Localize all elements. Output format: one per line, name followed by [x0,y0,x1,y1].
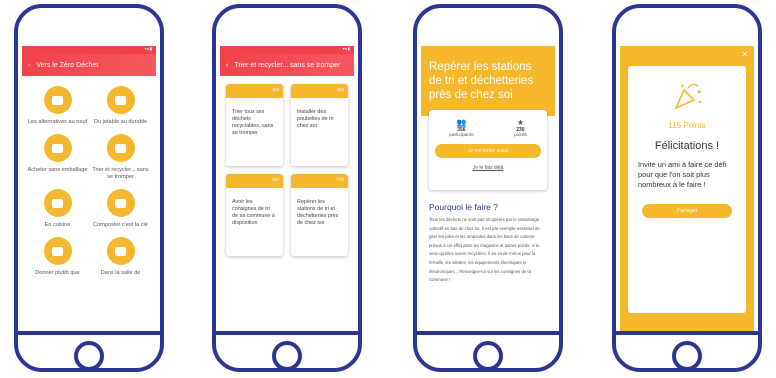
card-points: 400 [226,84,283,98]
share-button[interactable]: Partager [642,204,732,218]
home-button[interactable] [74,341,104,368]
category-item[interactable]: Trier et recycler... sans se tromper [89,134,152,181]
category-icon [106,134,135,162]
card-title: Trier tous ses déchets recyclables, sans… [232,109,274,136]
challenge-title: Repérer les stations de tri et déchetter… [429,61,534,101]
category-icon [106,237,135,265]
category-item[interactable]: Les alternatives au neuf [26,86,89,126]
home-button[interactable] [473,341,503,368]
card-title: Repérer les stations de tri et déchetter… [297,199,339,226]
screen-1: ▾◂ ▮ ‹ Vers le Zéro Déchet Les alternati… [22,46,156,331]
challenge-card[interactable]: 444 Avoir les consignes de tri de sa comm… [226,174,283,256]
svg-text:✦: ✦ [680,83,685,90]
category-label: Dans la salle de [100,270,141,276]
why-text: Tous les déchets ne sont pas récupérés p… [429,217,540,283]
category-item[interactable]: Du jetable au durable [89,86,152,126]
challenge-grid: 400 Trier tous ses déchets recyclables, s… [220,76,354,264]
why-title: Pourquoi le faire ? [429,202,498,212]
category-label: En cuisine [44,222,71,228]
home-button[interactable] [272,341,302,368]
home-button[interactable] [672,341,702,368]
phone-frame-4: ✕ ★ ✦ 115 Points Félicitations ! Invite … [612,4,762,372]
category-icon [106,86,135,114]
category-item[interactable]: Acheter sans emballage [26,134,89,181]
home-bezel [616,331,758,368]
category-item[interactable]: En cuisine [26,189,89,229]
challenge-card[interactable]: 770 Repérer les stations de tri et déchet… [291,174,348,256]
already-done-link[interactable]: Je le fais déjà [429,165,547,171]
invite-message: Invite un ami à faire ce défi pour que l… [638,160,727,189]
participants-stat: 👥 356 participants [449,118,474,138]
screen-4: ✕ ★ ✦ 115 Points Félicitations ! Invite … [620,46,754,331]
points-label: points [514,133,527,138]
card-points: 444 [226,174,283,188]
earned-points: 115 Points [668,121,706,130]
category-item[interactable]: Composter c'est la clé [89,189,152,229]
stats-row: 👥 356 participants ★ 230 points [429,110,547,138]
screen-3: Repérer les stations de tri et déchetter… [421,46,555,331]
party-popper-icon: ★ ✦ [628,80,746,115]
card-title: Avoir les consignes de tri de sa commune… [232,199,275,226]
category-icon [43,189,72,217]
category-label: Trier et recycler... sans se tromper [92,167,149,180]
category-item[interactable]: Donner plutôt que [26,237,89,277]
category-icon [43,134,72,162]
points-stat: ★ 230 points [514,118,527,138]
category-icon [106,189,135,217]
back-arrow-icon[interactable]: ‹ [28,62,30,69]
phone-frame-3: Repérer les stations de tri et déchetter… [413,4,563,372]
phone-frame-2: ▾◂ ▮ ‹ Trier et recycler... sans se trom… [212,4,362,372]
category-icon [43,237,72,265]
app-bar-title: Trier et recycler... sans se tromper [234,61,341,69]
close-icon[interactable]: ✕ [741,50,748,59]
svg-text:★: ★ [696,88,702,96]
people-icon: 👥 [456,118,467,127]
challenge-card[interactable]: 400 Trier tous ses déchets recyclables, s… [226,84,283,166]
back-arrow-icon[interactable]: ‹ [226,62,228,69]
category-icon [43,86,72,114]
category-label: Composter c'est la clé [93,222,148,228]
phone-frame-1: ▾◂ ▮ ‹ Vers le Zéro Déchet Les alternati… [14,4,164,372]
start-button[interactable]: Je me lance aussi [435,144,541,158]
congrats-modal: ★ ✦ 115 Points Félicitations ! Invite un… [628,66,746,313]
card-points: 445 [291,84,348,98]
category-label: Du jetable au durable [93,119,148,125]
category-label: Les alternatives au neuf [27,119,88,125]
challenge-card[interactable]: 445 Installer des poubelles de tri chez s… [291,84,348,166]
app-bar-title: Vers le Zéro Déchet [36,61,99,69]
app-bar: ‹ Trier et recycler... sans se tromper [220,54,354,76]
status-bar: ▾◂ ▮ [220,46,354,54]
category-label: Donner plutôt que [35,270,80,276]
category-grid: Les alternatives au neuf Du jetable au d… [22,76,156,277]
home-bezel [18,331,160,368]
status-bar: ▾◂ ▮ [22,46,156,54]
category-label: Acheter sans emballage [27,167,88,173]
card-title: Installer des poubelles de tri chez soi [297,109,334,129]
category-item[interactable]: Dans la salle de [89,237,152,277]
home-bezel [417,331,559,368]
participants-label: participants [449,133,474,138]
challenge-header: Repérer les stations de tri et déchetter… [421,46,555,116]
card-points: 770 [291,174,348,188]
stats-card: 👥 356 participants ★ 230 points Je me la… [429,110,547,190]
congrats-heading: Félicitations ! [654,140,720,152]
home-bezel [216,331,358,368]
screen-2: ▾◂ ▮ ‹ Trier et recycler... sans se trom… [220,46,354,331]
star-icon: ★ [516,118,524,127]
app-bar: ‹ Vers le Zéro Déchet [22,54,156,76]
